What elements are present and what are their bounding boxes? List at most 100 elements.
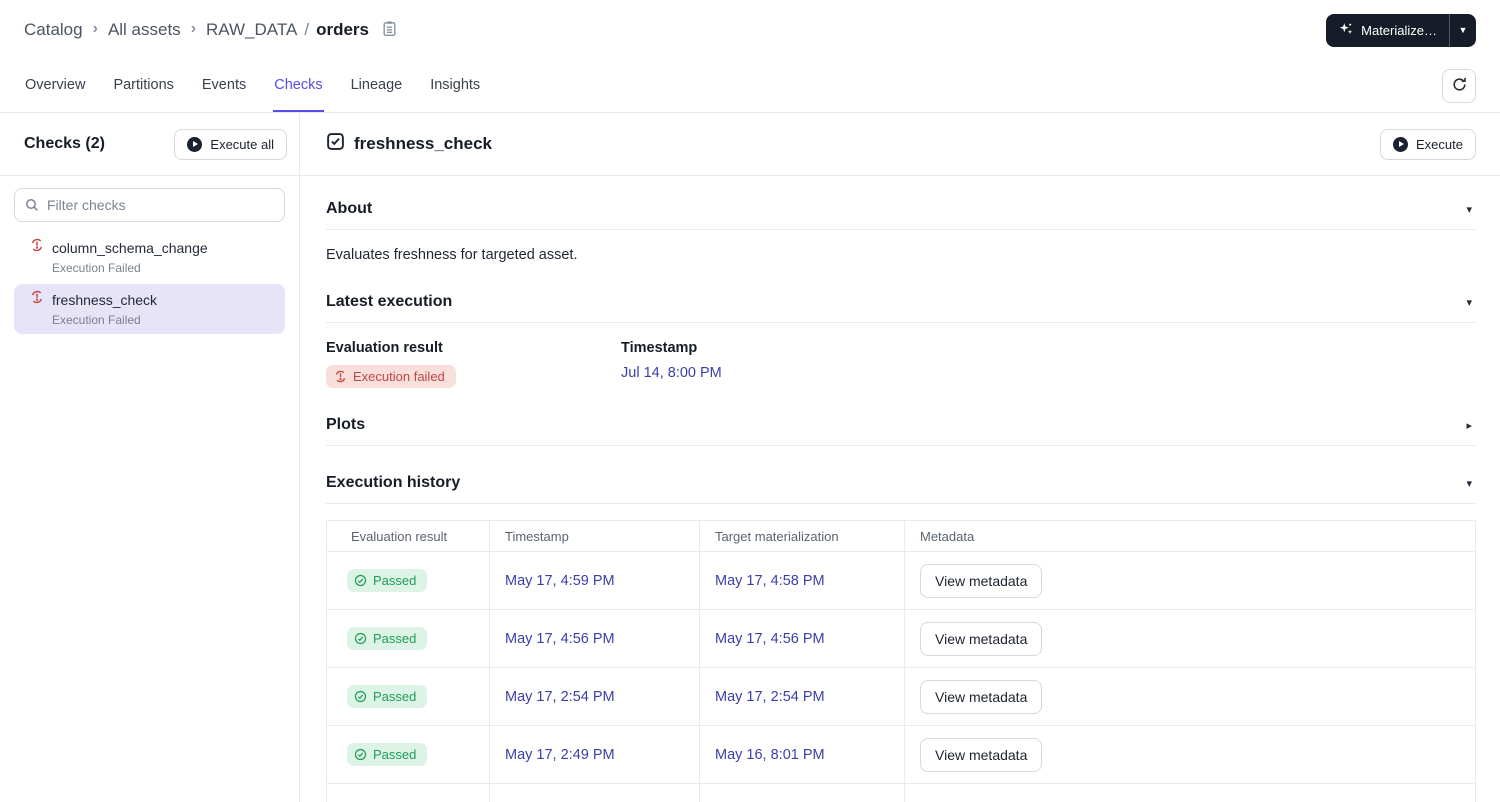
refresh-button[interactable] xyxy=(1442,69,1476,103)
passed-badge: Passed xyxy=(347,569,428,592)
asset-path: RAW_DATA / orders xyxy=(206,20,369,40)
execute-all-label: Execute all xyxy=(210,136,274,152)
check-detail-panel: freshness_check Execute About ▾ Evaluate… xyxy=(300,113,1500,802)
latest-execution-collapse-button[interactable]: ▾ xyxy=(1462,294,1476,311)
execution-history-section-header: Execution history ▾ xyxy=(326,474,1476,492)
execution-history-heading: Execution history xyxy=(326,474,461,491)
view-metadata-button[interactable]: View metadata xyxy=(920,621,1043,656)
latest-execution-fields: Evaluation result Execution failed Times… xyxy=(326,340,1476,388)
caret-down-icon: ▾ xyxy=(1466,203,1472,216)
asset-path-separator: / xyxy=(304,20,310,39)
materialize-button[interactable]: Materialize… xyxy=(1326,14,1449,47)
evaluation-result-label: Evaluation result xyxy=(326,340,443,356)
divider xyxy=(326,445,1476,446)
check-detail-header: freshness_check Execute xyxy=(300,113,1500,176)
timestamp-link[interactable]: May 17, 4:56 PM xyxy=(505,631,615,647)
execution-history-collapse-button[interactable]: ▾ xyxy=(1462,475,1476,492)
tab-insights[interactable]: Insights xyxy=(429,60,481,112)
tab-checks[interactable]: Checks xyxy=(273,60,324,112)
search-icon xyxy=(24,197,40,218)
about-collapse-button[interactable]: ▾ xyxy=(1462,201,1476,218)
table-row: Passed May 17, 2:54 PM May 17, 2:54 PM V… xyxy=(327,668,1475,726)
execution-history-table: Evaluation result Timestamp Target mater… xyxy=(326,520,1476,802)
table-header-row: Evaluation result Timestamp Target mater… xyxy=(327,521,1475,552)
divider xyxy=(326,322,1476,323)
check-name: freshness_check xyxy=(52,291,158,308)
passed-badge: Passed xyxy=(347,627,428,650)
copy-asset-key-button[interactable] xyxy=(381,20,398,40)
column-header-timestamp: Timestamp xyxy=(489,521,699,551)
about-description: Evaluates freshness for targeted asset. xyxy=(326,247,578,263)
check-circle-icon xyxy=(354,690,367,703)
check-name: column_schema_change xyxy=(52,239,208,256)
table-row: Passed May 17, 2:49 PM May 16, 8:01 PM V… xyxy=(327,726,1475,784)
execute-button[interactable]: Execute xyxy=(1380,128,1476,160)
check-circle-icon xyxy=(354,574,367,587)
view-metadata-button[interactable]: View metadata xyxy=(920,737,1043,772)
tab-overview[interactable]: Overview xyxy=(24,60,86,112)
latest-execution-timestamp-link[interactable]: Jul 14, 8:00 PM xyxy=(621,365,722,381)
about-heading: About xyxy=(326,200,373,217)
chevron-right-icon: › xyxy=(92,20,98,37)
table-row: Passed May 17, 4:56 PM May 17, 4:56 PM V… xyxy=(327,610,1475,668)
passed-badge-label: Passed xyxy=(373,631,417,646)
breadcrumb: Catalog › All assets › RAW_DATA / orders xyxy=(24,20,398,40)
timestamp-link[interactable]: May 17, 2:49 PM xyxy=(505,747,615,763)
check-item-column-schema-change[interactable]: column_schema_change Execution Failed xyxy=(14,232,285,282)
materialize-dropdown-button[interactable]: ▼ xyxy=(1449,13,1476,47)
asset-key-prefix[interactable]: RAW_DATA xyxy=(206,20,297,40)
tab-lineage[interactable]: Lineage xyxy=(350,60,404,112)
timestamp-link[interactable]: May 17, 4:59 PM xyxy=(505,573,615,589)
filter-checks-input[interactable] xyxy=(14,188,285,222)
check-status: Execution Failed xyxy=(52,313,141,327)
column-header-target-materialization: Target materialization xyxy=(699,521,904,551)
table-row-partial xyxy=(327,784,1475,802)
top-bar: Catalog › All assets › RAW_DATA / orders xyxy=(0,0,1500,60)
caret-down-icon: ▼ xyxy=(1458,25,1468,35)
check-failed-icon xyxy=(30,238,44,257)
about-section-header: About ▾ xyxy=(326,200,1476,218)
check-failed-icon xyxy=(334,370,347,383)
sparkle-icon xyxy=(1338,21,1354,40)
check-failed-icon xyxy=(30,290,44,309)
caret-down-icon: ▾ xyxy=(1466,296,1472,309)
view-metadata-button[interactable]: View metadata xyxy=(920,563,1043,598)
divider xyxy=(326,229,1476,230)
execute-label: Execute xyxy=(1416,136,1463,152)
passed-badge-label: Passed xyxy=(373,689,417,704)
view-metadata-button[interactable]: View metadata xyxy=(920,679,1043,714)
table-row: Passed May 17, 4:59 PM May 17, 4:58 PM V… xyxy=(327,552,1475,610)
check-circle-icon xyxy=(354,632,367,645)
check-status: Execution Failed xyxy=(52,261,141,275)
check-circle-icon xyxy=(354,748,367,761)
target-materialization-link[interactable]: May 17, 2:54 PM xyxy=(715,689,825,705)
target-materialization-link[interactable]: May 17, 4:58 PM xyxy=(715,573,825,589)
check-box-icon xyxy=(326,132,345,156)
target-materialization-link[interactable]: May 17, 4:56 PM xyxy=(715,631,825,647)
passed-badge: Passed xyxy=(347,685,428,708)
asset-name: orders xyxy=(316,20,369,39)
play-icon xyxy=(1393,136,1409,152)
caret-down-icon: ▾ xyxy=(1466,477,1472,490)
tab-events[interactable]: Events xyxy=(201,60,247,112)
latest-execution-section-header: Latest execution ▾ xyxy=(326,293,1476,311)
breadcrumb-all-assets[interactable]: All assets xyxy=(108,20,181,40)
play-icon xyxy=(187,136,203,152)
divider xyxy=(326,503,1476,504)
plots-expand-button[interactable]: ▸ xyxy=(1462,417,1476,434)
check-list: column_schema_change Execution Failed fr… xyxy=(0,232,299,334)
column-header-evaluation-result: Evaluation result xyxy=(351,528,448,544)
column-header-metadata: Metadata xyxy=(904,521,1475,551)
passed-badge-label: Passed xyxy=(373,747,417,762)
execution-failed-badge-label: Execution failed xyxy=(353,369,445,384)
asset-tabs: Overview Partitions Events Checks Lineag… xyxy=(0,60,1500,113)
breadcrumb-catalog[interactable]: Catalog xyxy=(24,20,83,40)
timestamp-link[interactable]: May 17, 2:54 PM xyxy=(505,689,615,705)
plots-section-header: Plots ▸ xyxy=(326,416,1476,434)
check-item-freshness-check[interactable]: freshness_check Execution Failed xyxy=(14,284,285,334)
target-materialization-link[interactable]: May 16, 8:01 PM xyxy=(715,747,825,763)
checks-sidebar: Checks (2) Execute all Filter checks col… xyxy=(0,113,300,802)
execute-all-button[interactable]: Execute all xyxy=(174,128,287,160)
tab-partitions[interactable]: Partitions xyxy=(112,60,174,112)
plots-heading: Plots xyxy=(326,416,366,433)
